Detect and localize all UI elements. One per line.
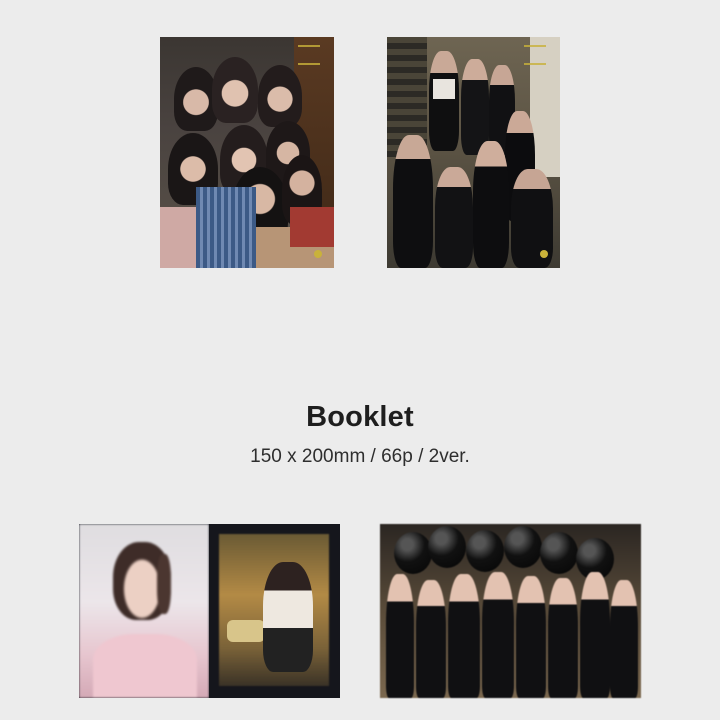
member-figure: [393, 135, 433, 268]
cover-logo-text: [524, 45, 546, 65]
member-hair: [157, 554, 171, 614]
balloon-icon: [394, 532, 432, 574]
album-logo-icon: [540, 250, 548, 258]
member-figure: [263, 562, 313, 672]
booklet-spec: 150 x 200mm / 66p / 2ver.: [250, 446, 470, 467]
balloon-icon: [504, 526, 542, 568]
member-figure: [435, 167, 473, 268]
outfit-pink: [160, 207, 196, 268]
spread-left-page: [79, 524, 209, 698]
member-figure: [516, 576, 546, 698]
member-figure: [212, 57, 258, 123]
member-figure: [580, 572, 610, 698]
member-figure: [473, 141, 509, 268]
album-logo-icon: [314, 250, 322, 258]
balloon-icon: [466, 530, 504, 572]
member-figure: [429, 51, 459, 151]
member-figure: [482, 572, 514, 698]
member-figure: [610, 580, 638, 698]
balloon-icon: [428, 526, 466, 568]
member-figure: [416, 580, 446, 698]
member-figure: [258, 65, 302, 127]
outfit-blue: [196, 187, 256, 268]
cover-logo-text: [298, 45, 320, 65]
booklet-title: Booklet: [306, 401, 414, 433]
booklet-spread-portrait: [79, 524, 340, 698]
member-figure: [548, 578, 578, 698]
outfit-red: [290, 207, 334, 247]
member-outfit-pink: [93, 634, 197, 698]
member-figure: [386, 574, 414, 698]
booklet-cover-version-1: [160, 37, 334, 268]
outfit-white-accent: [433, 79, 455, 99]
balloon-icon: [540, 532, 578, 574]
cake-prop: [227, 620, 265, 642]
member-figure: [448, 574, 480, 698]
booklet-cover-version-2: [387, 37, 560, 268]
spread-right-page: [209, 524, 340, 698]
booklet-spread-group-balloons: [380, 524, 641, 698]
